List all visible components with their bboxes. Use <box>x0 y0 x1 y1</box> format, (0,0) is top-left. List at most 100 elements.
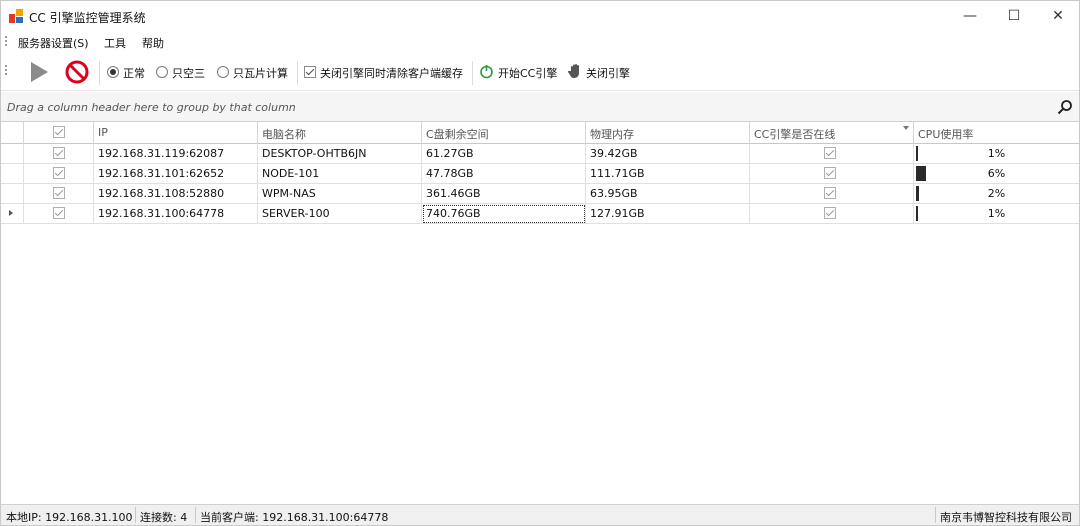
status-separator <box>935 507 936 523</box>
play-icon[interactable] <box>29 61 49 83</box>
status-connections: 连接数: 4 <box>140 511 188 524</box>
toolbar-separator <box>472 61 473 85</box>
row-indicator[interactable] <box>1 164 24 184</box>
column-header-c-free[interactable]: C盘剩余空间 <box>422 122 586 144</box>
cell-ip[interactable]: 192.168.31.108:52880 <box>94 184 258 204</box>
engine-online-checkbox <box>824 147 836 159</box>
cpu-usage-text: 1% <box>987 147 1006 160</box>
menu-bar: 服务器设置(S) 工具 帮助 <box>1 31 1079 53</box>
mode-aerial-label[interactable]: 只空三 <box>172 65 205 81</box>
row-select-checkbox[interactable] <box>53 147 65 159</box>
engine-online-checkbox <box>824 187 836 199</box>
cell-ip[interactable]: 192.168.31.119:62087 <box>94 144 258 164</box>
menu-tools[interactable]: 工具 <box>104 35 126 51</box>
menu-server-settings[interactable]: 服务器设置(S) <box>18 35 89 51</box>
select-all-header[interactable] <box>24 122 94 144</box>
cell-memory[interactable]: 39.42GB <box>586 144 750 164</box>
cell-computer-name[interactable]: DESKTOP-OHTB6JN <box>258 144 422 164</box>
select-all-checkbox[interactable] <box>53 126 65 138</box>
status-current-client: 当前客户端: 192.168.31.100:64778 <box>200 511 389 524</box>
column-header-cpu[interactable]: CPU使用率 <box>914 122 1079 144</box>
current-row-arrow-icon <box>9 210 13 216</box>
group-panel[interactable]: Drag a column header here to group by th… <box>1 92 1079 122</box>
menu-help[interactable]: 帮助 <box>142 35 164 51</box>
cpu-usage-text: 1% <box>987 207 1006 220</box>
minimize-button[interactable]: — <box>947 1 993 31</box>
mode-normal-label[interactable]: 正常 <box>123 65 145 81</box>
toolbar-grip-icon <box>5 65 8 77</box>
row-indicator[interactable] <box>1 184 24 204</box>
title-bar[interactable]: CC 引擎监控管理系统 — ☐ ✕ <box>1 1 1079 31</box>
toolbar: 正常 只空三 只瓦片计算 关闭引擎同时清除客户端缓存 开始CC引擎 关闭引擎 <box>1 53 1079 91</box>
cell-cpu[interactable]: 2% <box>914 184 1079 204</box>
cell-cpu[interactable]: 1% <box>914 144 1079 164</box>
cpu-usage-text: 2% <box>987 187 1006 200</box>
close-button[interactable]: ✕ <box>1035 1 1080 31</box>
row-select-cell[interactable] <box>24 144 94 164</box>
row-select-cell[interactable] <box>24 184 94 204</box>
cell-c-free[interactable]: 361.46GB <box>422 184 586 204</box>
start-engine-icon[interactable] <box>479 64 494 79</box>
column-header-memory[interactable]: 物理内存 <box>586 122 750 144</box>
search-icon[interactable] <box>1057 99 1073 115</box>
status-local-ip: 本地IP: 192.168.31.100 <box>6 511 133 524</box>
cell-memory[interactable]: 127.91GB <box>586 204 750 224</box>
stop-icon[interactable] <box>65 60 89 84</box>
row-indicator[interactable] <box>1 204 24 224</box>
engine-online-checkbox <box>824 167 836 179</box>
row-select-cell[interactable] <box>24 164 94 184</box>
row-select-checkbox[interactable] <box>53 207 65 219</box>
mode-tile-radio[interactable] <box>217 66 229 78</box>
clear-cache-label[interactable]: 关闭引擎同时清除客户端缓存 <box>320 65 463 81</box>
menubar-grip-icon <box>5 36 8 48</box>
column-header-engine-online-label: CC引擎是否在线 <box>754 128 836 141</box>
column-header-ip[interactable]: IP <box>94 122 258 144</box>
app-logo-icon <box>9 9 23 23</box>
cell-c-free[interactable]: 47.78GB <box>422 164 586 184</box>
cpu-usage-text: 6% <box>987 167 1006 180</box>
engine-online-checkbox <box>824 207 836 219</box>
mode-aerial-radio[interactable] <box>156 66 168 78</box>
cell-memory[interactable]: 111.71GB <box>586 164 750 184</box>
status-company: 南京韦博智控科技有限公司 <box>940 511 1072 524</box>
filter-icon[interactable] <box>903 126 909 130</box>
mode-normal-radio[interactable] <box>107 66 119 78</box>
cell-cpu[interactable]: 1% <box>914 204 1079 224</box>
cell-memory[interactable]: 63.95GB <box>586 184 750 204</box>
toolbar-separator <box>297 61 298 85</box>
cell-engine-online[interactable] <box>750 144 914 164</box>
close-icon: ✕ <box>1052 8 1064 24</box>
app-window: CC 引擎监控管理系统 — ☐ ✕ 服务器设置(S) 工具 帮助 正常 只空三 … <box>0 0 1080 526</box>
hand-icon[interactable] <box>568 63 583 79</box>
status-bar: 本地IP: 192.168.31.100 连接数: 4 当前客户端: 192.1… <box>1 504 1079 525</box>
status-separator <box>195 507 196 523</box>
status-separator <box>135 507 136 523</box>
maximize-button[interactable]: ☐ <box>991 1 1037 31</box>
cell-engine-online[interactable] <box>750 164 914 184</box>
row-indicator-header <box>1 122 24 144</box>
row-select-checkbox[interactable] <box>53 187 65 199</box>
row-select-cell[interactable] <box>24 204 94 224</box>
stop-engine-button[interactable]: 关闭引擎 <box>586 65 630 81</box>
row-select-checkbox[interactable] <box>53 167 65 179</box>
cell-engine-online[interactable] <box>750 204 914 224</box>
mode-tile-label[interactable]: 只瓦片计算 <box>233 65 288 81</box>
column-header-engine-online[interactable]: CC引擎是否在线 <box>750 122 914 144</box>
row-indicator[interactable] <box>1 144 24 164</box>
cell-ip[interactable]: 192.168.31.101:62652 <box>94 164 258 184</box>
window-title: CC 引擎监控管理系统 <box>29 11 146 25</box>
cell-c-free[interactable]: 61.27GB <box>422 144 586 164</box>
toolbar-separator <box>99 61 100 85</box>
cell-ip[interactable]: 192.168.31.100:64778 <box>94 204 258 224</box>
cell-computer-name[interactable]: SERVER-100 <box>258 204 422 224</box>
cell-c-free[interactable]: 740.76GB <box>422 204 586 224</box>
column-header-computer-name[interactable]: 电脑名称 <box>258 122 422 144</box>
cell-cpu[interactable]: 6% <box>914 164 1079 184</box>
clear-cache-checkbox[interactable] <box>304 66 316 78</box>
maximize-icon: ☐ <box>1007 8 1021 24</box>
cell-engine-online[interactable] <box>750 184 914 204</box>
group-panel-hint: Drag a column header here to group by th… <box>7 101 296 114</box>
start-engine-button[interactable]: 开始CC引擎 <box>498 65 557 81</box>
cell-computer-name[interactable]: NODE-101 <box>258 164 422 184</box>
cell-computer-name[interactable]: WPM-NAS <box>258 184 422 204</box>
